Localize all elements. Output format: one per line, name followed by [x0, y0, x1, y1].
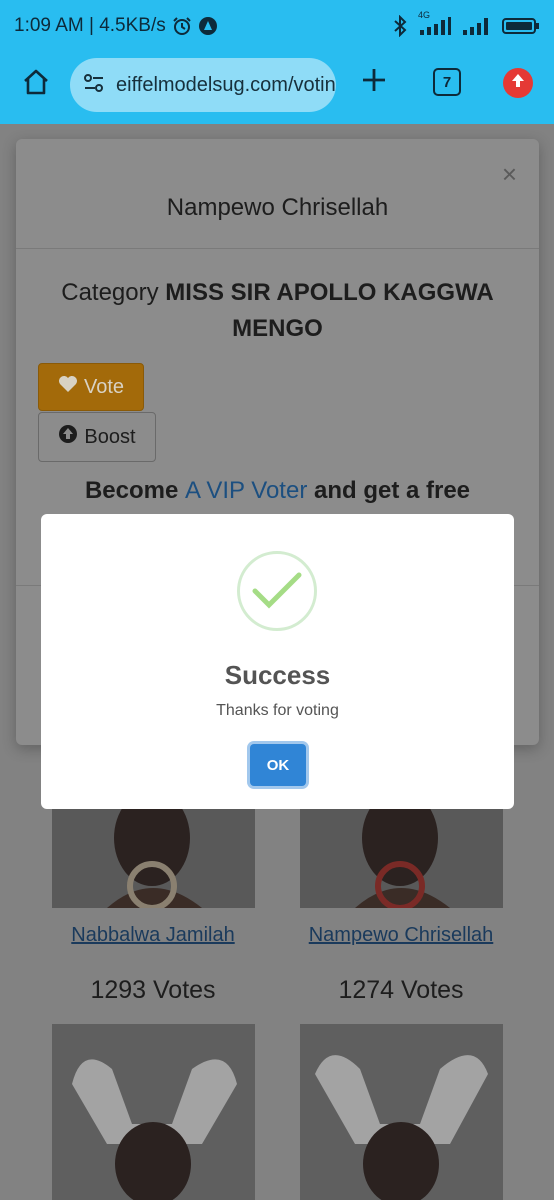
boost-label: Boost: [84, 425, 136, 448]
vpn-icon: [198, 16, 218, 36]
vip-suffix: and get a free: [313, 477, 471, 504]
signal-icon: [462, 16, 492, 36]
status-time: 1:09 AM | 4.5KB/s: [14, 15, 166, 36]
address-bar[interactable]: eiffelmodelsug.com/voting: [70, 58, 336, 112]
arrow-up-circle-icon: [58, 424, 78, 450]
update-button[interactable]: [503, 68, 533, 98]
update-icon: [509, 72, 527, 95]
site-settings-icon[interactable]: [82, 71, 106, 100]
modal-title: Nampewo Chrisellah: [166, 194, 389, 221]
network-type: 4G: [418, 10, 431, 20]
category-text: Category MISS SIR APOLLO KAGGWA MENGO: [36, 275, 519, 347]
boost-button[interactable]: Boost: [38, 412, 156, 462]
vote-count: 1274 Votes: [338, 976, 464, 1004]
vote-button[interactable]: Vote: [38, 363, 144, 411]
vip-link[interactable]: A VIP Voter: [185, 477, 307, 504]
heart-icon: [58, 375, 78, 399]
close-icon[interactable]: ×: [502, 159, 517, 190]
category-label: Category: [61, 279, 159, 306]
success-icon: [237, 551, 317, 631]
status-bar: 1:09 AM | 4.5KB/s 4G: [0, 0, 554, 52]
vote-label: Vote: [83, 375, 125, 398]
vip-prefix: Become: [84, 477, 179, 504]
contestant-photo[interactable]: [300, 808, 503, 908]
dialog-title: Success: [224, 660, 331, 690]
battery-icon: [502, 16, 540, 36]
url-text: eiffelmodelsug.com/voting: [116, 73, 336, 96]
status-right: 4G: [392, 10, 540, 37]
plus-icon: [360, 66, 388, 99]
category-value: MISS SIR APOLLO KAGGWA MENGO: [165, 279, 494, 342]
tab-count: 7: [442, 73, 452, 91]
contestant-name-link[interactable]: Nampewo Chrisellah: [276, 924, 526, 947]
vip-promo: Become A VIP Voter and get a free: [16, 477, 539, 505]
contestant-photo[interactable]: [300, 1024, 503, 1200]
contestant-photo[interactable]: [52, 1024, 255, 1200]
new-tab-button[interactable]: [358, 66, 390, 98]
bluetooth-icon: [392, 15, 408, 37]
ok-button[interactable]: OK: [250, 744, 306, 786]
signal-icon: 4G: [418, 10, 452, 36]
success-dialog: Success Thanks for voting OK: [41, 514, 514, 809]
home-button[interactable]: [18, 66, 54, 102]
browser-toolbar: eiffelmodelsug.com/voting 7: [0, 52, 554, 124]
alarm-icon: [172, 16, 192, 36]
contestant-name-link[interactable]: Nabbalwa Jamilah: [28, 924, 278, 947]
vote-count: 1293 Votes: [90, 976, 216, 1004]
tabs-button[interactable]: 7: [433, 68, 461, 96]
home-icon: [21, 67, 51, 102]
dialog-message: Thanks for voting: [216, 702, 339, 719]
divider: [16, 248, 539, 249]
contestant-photo[interactable]: [52, 808, 255, 908]
status-left: 1:09 AM | 4.5KB/s: [14, 15, 218, 37]
